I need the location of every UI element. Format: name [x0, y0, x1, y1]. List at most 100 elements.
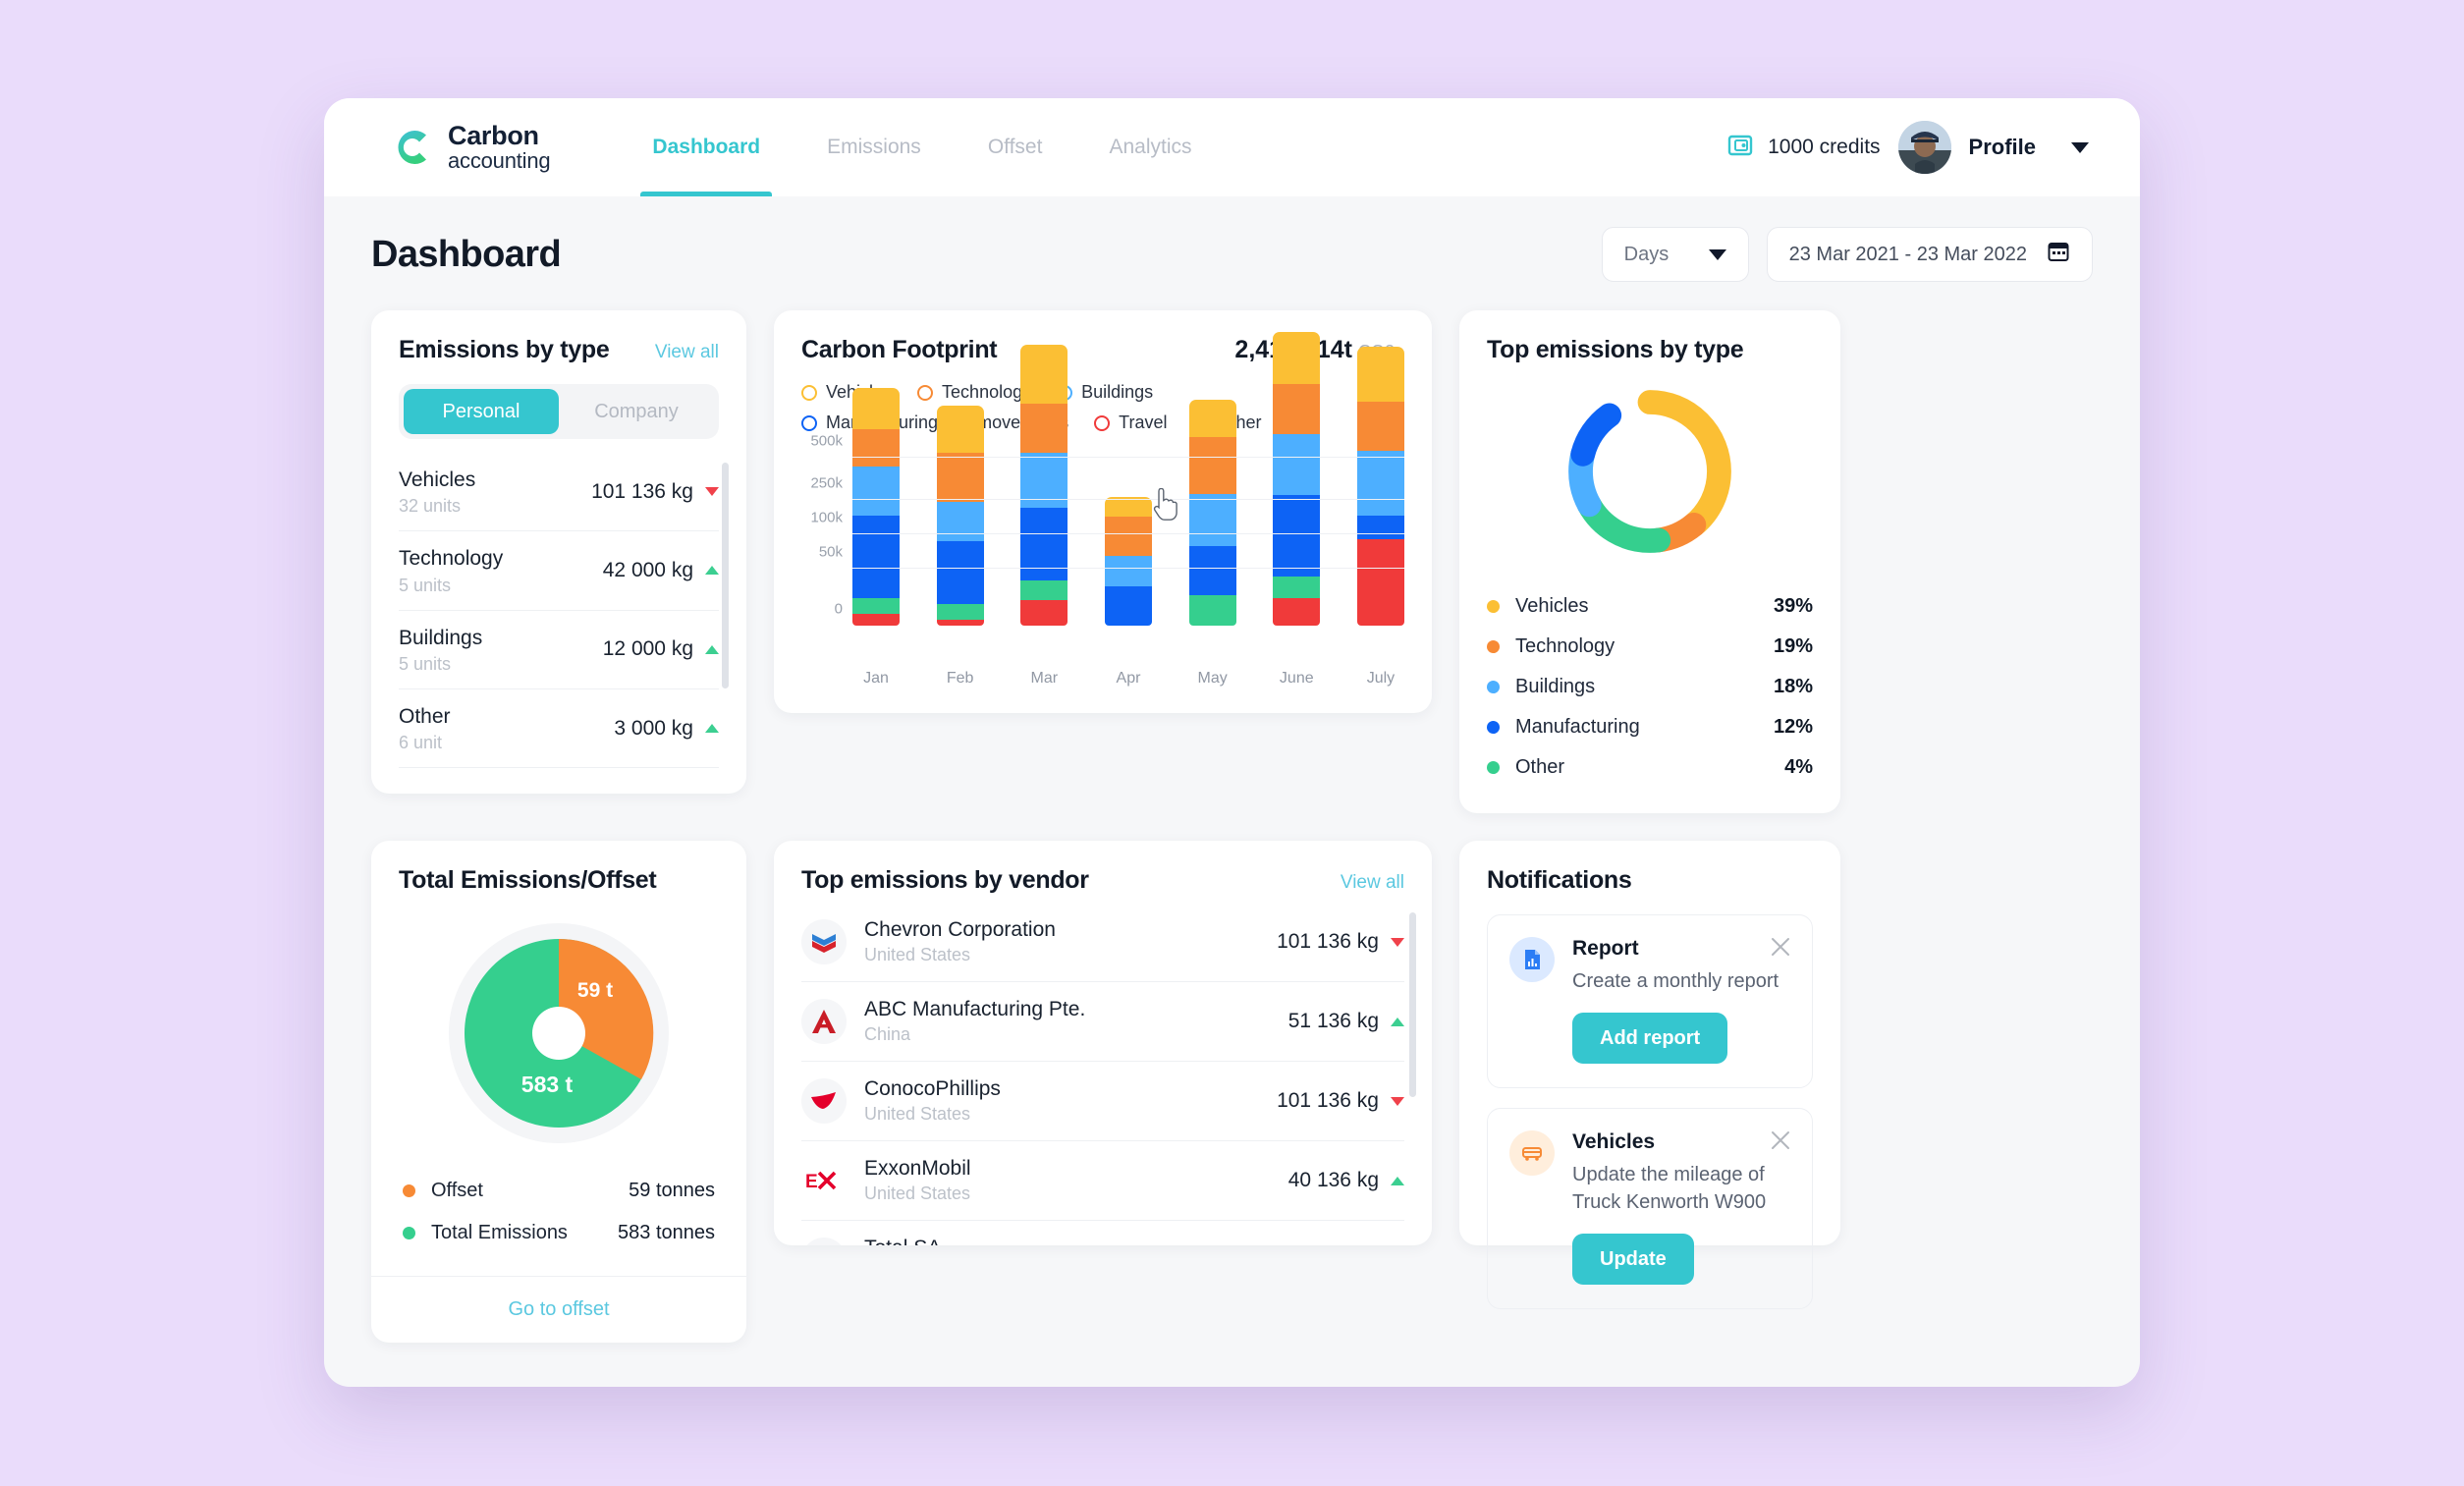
bar-june[interactable]	[1273, 332, 1321, 626]
bar-segment	[936, 620, 984, 626]
bar-feb[interactable]	[936, 406, 984, 626]
svg-text:E: E	[805, 1172, 818, 1192]
emissions-by-type-view-all[interactable]: View all	[655, 342, 719, 363]
x-axis-tick: Jan	[863, 670, 889, 687]
chart-x-axis: Jan Feb Mar Apr May June July	[852, 670, 1404, 688]
bar-segment	[1356, 347, 1404, 402]
legend-percent: 39%	[1773, 595, 1813, 617]
add-report-button[interactable]: Add report	[1572, 1013, 1728, 1064]
legend-item-technology[interactable]: Technology	[917, 382, 1031, 403]
emission-type-value: 3 000 kg	[614, 716, 693, 740]
vendor-value: 101 136 kg	[1277, 1089, 1379, 1112]
vendor-value: 51 136 kg	[1287, 1010, 1379, 1032]
exxonmobil-logo-icon: E	[801, 1158, 847, 1203]
update-button[interactable]: Update	[1572, 1234, 1694, 1285]
legend-dot-icon	[403, 1227, 415, 1239]
nav-item-analytics[interactable]: Analytics	[1075, 98, 1225, 196]
chart-gridline	[852, 498, 1404, 500]
legend-value: 583 tonnes	[618, 1222, 715, 1243]
list-item: Technology 19%	[1487, 627, 1813, 667]
notification-title: Report	[1572, 937, 1639, 960]
table-row[interactable]: ConocoPhillips United States 101 136 kg	[801, 1062, 1404, 1141]
carbon-footprint-card: Carbon Footprint 2,412,314tCO2e Vehicles	[774, 310, 1432, 713]
scrollbar-thumb[interactable]	[1409, 912, 1416, 1097]
trend-down-icon	[705, 487, 719, 497]
bar-segment	[1188, 437, 1236, 494]
table-row[interactable]: Chevron Corporation United States 101 13…	[801, 903, 1404, 982]
table-row[interactable]: Total SA Guangzhou, China 101 136 kg	[801, 1221, 1404, 1245]
total-sa-logo-icon	[801, 1238, 847, 1245]
legend-percent: 4%	[1784, 756, 1813, 778]
legend-label: Other	[1515, 756, 1565, 778]
notification-vehicles: Vehicles Update the mileage of Truck Ken…	[1487, 1108, 1813, 1309]
document-chart-icon	[1509, 937, 1555, 982]
bar-segment	[1273, 384, 1321, 434]
credits-indicator[interactable]: 1000 credits	[1726, 132, 1881, 164]
bar-segment	[852, 614, 900, 626]
emission-type-name: Technology	[399, 547, 504, 571]
list-item: Offset 59 tonnes	[403, 1170, 715, 1212]
table-row[interactable]: ABC Manufacturing Pte. China 51 136 kg	[801, 982, 1404, 1062]
calendar-icon	[2047, 240, 2070, 269]
bar-segment	[1273, 577, 1321, 598]
top-navigation-bar: Carbon accounting Dashboard Emissions Of…	[324, 98, 2140, 196]
bar-segment	[936, 502, 984, 541]
bar-apr[interactable]	[1104, 497, 1152, 626]
bar-july[interactable]	[1356, 347, 1404, 626]
bar-mar[interactable]	[1020, 345, 1068, 626]
vendor-location: United States	[864, 1183, 971, 1203]
avatar[interactable]	[1897, 121, 1951, 174]
tab-personal[interactable]: Personal	[404, 389, 559, 434]
list-item[interactable]: Technology 5 units 42 000 kg	[399, 531, 719, 611]
date-range-picker[interactable]: 23 Mar 2021 - 23 Mar 2022	[1766, 227, 2093, 282]
tab-company[interactable]: Company	[559, 389, 714, 434]
x-axis-tick: June	[1279, 670, 1314, 687]
vendor-location: China	[864, 1024, 911, 1044]
brand-logo[interactable]: Carbon accounting	[389, 122, 551, 172]
carbon-footprint-chart: 0 50k 100k 250k 500k	[801, 332, 1404, 659]
bar-segment	[852, 598, 900, 614]
vendor-view-all[interactable]: View all	[1341, 872, 1404, 894]
profile-label[interactable]: Profile	[1969, 135, 2036, 160]
bar-segment	[1188, 546, 1236, 595]
legend-label: Buildings	[1515, 676, 1596, 697]
nav-item-dashboard[interactable]: Dashboard	[619, 98, 794, 196]
page-body: Dashboard Days 23 Mar 2021 - 23 Mar 2022	[324, 196, 2140, 1343]
bar-segment	[852, 388, 900, 429]
emission-type-units: 32 units	[399, 496, 462, 517]
page-title: Dashboard	[371, 233, 562, 275]
legend-item-buildings[interactable]: Buildings	[1057, 382, 1153, 403]
scrollbar-thumb[interactable]	[722, 463, 729, 688]
donut-chart-svg	[1568, 390, 1731, 553]
notification-description: Update the mileage of Truck Kenworth W90…	[1572, 1164, 1767, 1213]
bar-segment	[1356, 402, 1404, 451]
legend-item-travel[interactable]: Travel	[1094, 413, 1167, 433]
credit-card-icon	[1726, 132, 1754, 164]
legend-label: Technology	[942, 382, 1032, 402]
go-to-offset-link[interactable]: Go to offset	[371, 1276, 746, 1343]
list-item[interactable]: Other 6 unit 3 000 kg	[399, 689, 719, 769]
bar-jan[interactable]	[852, 388, 900, 626]
table-row[interactable]: E ExxonMobil United States 40 136 kg	[801, 1141, 1404, 1221]
bar-segment	[1188, 494, 1236, 546]
close-icon[interactable]	[1769, 935, 1792, 959]
nav-item-emissions[interactable]: Emissions	[794, 98, 955, 196]
bar-segment	[1356, 451, 1404, 516]
bar-may[interactable]	[1188, 400, 1236, 626]
bar-segment	[852, 467, 900, 516]
emissions-type-list: Vehicles 32 units 101 136 kg Technology	[399, 453, 729, 769]
emission-type-name: Vehicles	[399, 468, 476, 491]
bar-segment	[1020, 404, 1068, 453]
nav-item-offset[interactable]: Offset	[955, 98, 1076, 196]
list-item[interactable]: Vehicles 32 units 101 136 kg	[399, 453, 719, 532]
bar-segment	[1020, 600, 1068, 626]
main-nav: Dashboard Emissions Offset Analytics	[619, 98, 1225, 196]
close-icon[interactable]	[1769, 1128, 1792, 1152]
bar-segment	[1188, 400, 1236, 437]
legend-dot-icon	[403, 1184, 415, 1197]
bar-segment	[1273, 434, 1321, 495]
granularity-select[interactable]: Days	[1601, 227, 1749, 282]
list-item[interactable]: Buildings 5 units 12 000 kg	[399, 611, 719, 689]
chevron-down-icon[interactable]	[2071, 141, 2089, 153]
pie-offset-label: 59 t	[577, 979, 613, 1002]
